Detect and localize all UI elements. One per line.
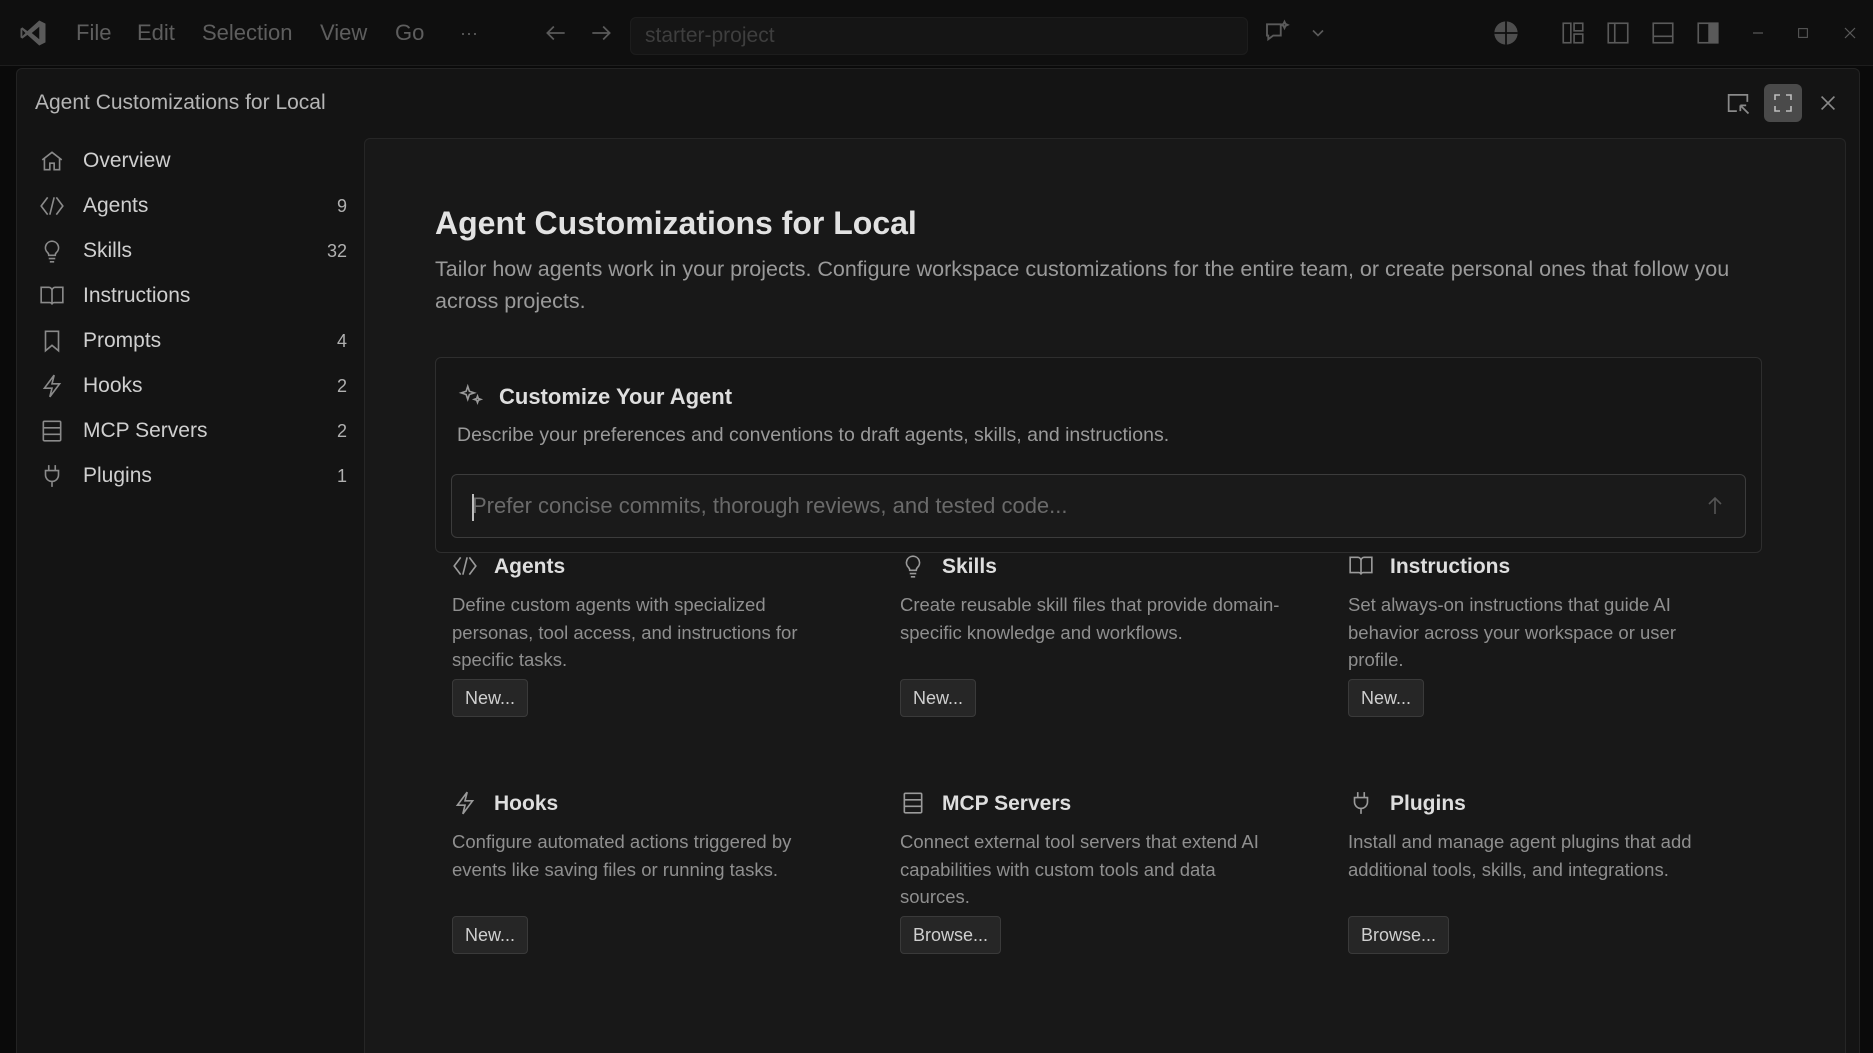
more-menu-button[interactable]: ··· [460, 0, 478, 66]
lightbulb-icon [39, 238, 65, 264]
home-icon [39, 148, 65, 174]
sparkle-icon [458, 382, 484, 408]
sidebar-item-label: Plugins [83, 464, 152, 487]
sidebar-item-mcp-servers[interactable]: MCP Servers 2 [17, 411, 363, 451]
bookmark-icon [39, 328, 65, 354]
sidebar-item-instructions[interactable]: Instructions [17, 276, 363, 316]
back-arrow-icon[interactable] [543, 0, 569, 66]
toggle-secondary-sidebar-icon[interactable] [1695, 0, 1721, 66]
new-skill-button[interactable]: New... [900, 679, 977, 717]
sidebar-item-skills[interactable]: Skills 32 [17, 231, 363, 271]
sidebar-item-count: 2 [336, 420, 347, 441]
command-center-search[interactable]: starter-project [630, 17, 1248, 55]
customize-prompt-input[interactable] [452, 475, 1745, 537]
page-description: Tailor how agents work in your projects.… [435, 257, 1730, 313]
card-title: Hooks [494, 792, 559, 815]
sidebar-item-label: MCP Servers [83, 419, 208, 442]
sidebar-item-label: Hooks [83, 374, 143, 397]
card-title: Instructions [1390, 555, 1511, 578]
search-text: starter-project [645, 24, 775, 47]
maximize-icon[interactable] [1796, 0, 1810, 66]
lightning-icon [452, 790, 478, 816]
card-description: Define custom agents with specialized pe… [452, 594, 798, 670]
chevron-down-icon[interactable] [1308, 0, 1328, 66]
copilot-icon[interactable] [1492, 0, 1520, 66]
sidebar-item-label: Instructions [83, 284, 191, 307]
page-title: Agent Customizations for Local [435, 205, 917, 241]
book-icon [39, 283, 65, 309]
main-panel: Agent Customizations for Local Tailor ho… [364, 138, 1846, 1053]
agent-icon [39, 193, 65, 219]
vscode-logo-icon[interactable] [18, 0, 48, 66]
dialog-title: Agent Customizations for Local [35, 91, 326, 114]
sidebar-item-label: Prompts [83, 329, 162, 352]
customize-title: Customize Your Agent [499, 384, 733, 409]
browse-plugins-button[interactable]: Browse... [1348, 916, 1450, 954]
card-title: Agents [494, 555, 566, 578]
lightbulb-icon [900, 553, 926, 579]
sidebar-item-label: Skills [83, 239, 133, 262]
agent-icon [452, 553, 478, 579]
card-title: Skills [942, 555, 997, 578]
sidebar-item-count: 2 [336, 375, 347, 396]
card-description: Install and manage agent plugins that ad… [1348, 831, 1692, 880]
menu-edit[interactable]: Edit [137, 0, 175, 66]
sidebar-item-count: 4 [336, 330, 347, 351]
minimize-icon[interactable] [1750, 0, 1766, 66]
sidebar-item-prompts[interactable]: Prompts 4 [17, 321, 363, 361]
menu-go[interactable]: Go [395, 0, 424, 66]
server-icon [900, 790, 926, 816]
menu-view[interactable]: View [320, 0, 367, 66]
text-caret [472, 494, 474, 521]
new-hook-button[interactable]: New... [452, 916, 529, 954]
card-description: Create reusable skill files that provide… [900, 594, 1280, 643]
card-description: Connect external tool servers that exten… [900, 831, 1259, 907]
plug-icon [1348, 790, 1374, 816]
browse-mcp-servers-button[interactable]: Browse... [900, 916, 1002, 954]
agent-customizations-dialog: Agent Customizations for Local Overview … [16, 68, 1860, 1053]
sidebar-item-hooks[interactable]: Hooks 2 [17, 366, 363, 406]
sidebar-item-count: 32 [326, 240, 347, 261]
customize-layout-icon[interactable] [1560, 0, 1586, 66]
toggle-panel-icon[interactable] [1650, 0, 1676, 66]
book-icon [1348, 553, 1374, 579]
customize-description: Describe your preferences and convention… [457, 424, 1170, 446]
chat-sparkle-icon[interactable] [1262, 0, 1292, 66]
sidebar-item-agents[interactable]: Agents 9 [17, 186, 363, 226]
maximize-icon[interactable] [1764, 84, 1802, 122]
close-window-icon[interactable] [1842, 0, 1858, 66]
customize-input-box [451, 474, 1746, 538]
menu-file[interactable]: File [76, 0, 111, 66]
new-agent-button[interactable]: New... [452, 679, 529, 717]
lightning-icon [39, 373, 65, 399]
card-description: Set always-on instructions that guide AI… [1348, 594, 1677, 670]
sidebar-item-label: Agents [83, 194, 149, 217]
forward-arrow-icon[interactable] [588, 0, 614, 66]
dock-icon[interactable] [1719, 84, 1757, 122]
sidebar-item-count: 1 [336, 465, 347, 486]
card-title: Plugins [1390, 792, 1466, 815]
customize-agent-card: Customize Your Agent Describe your prefe… [435, 357, 1762, 553]
sidebar-item-overview[interactable]: Overview [17, 141, 363, 181]
sidebar-item-count: 9 [336, 195, 347, 216]
menu-selection[interactable]: Selection [202, 0, 293, 66]
title-bar: File Edit Selection View Go ··· starter-… [0, 0, 1873, 66]
sidebar-item-plugins[interactable]: Plugins 1 [17, 456, 363, 496]
toggle-primary-sidebar-icon[interactable] [1605, 0, 1631, 66]
server-icon [39, 418, 65, 444]
card-description: Configure automated actions triggered by… [452, 831, 792, 880]
close-icon[interactable] [1809, 84, 1847, 122]
card-title: MCP Servers [942, 792, 1072, 815]
plug-icon [39, 463, 65, 489]
send-arrow-icon[interactable] [1703, 494, 1727, 518]
sidebar-item-label: Overview [83, 149, 171, 172]
new-instruction-button[interactable]: New... [1348, 679, 1425, 717]
